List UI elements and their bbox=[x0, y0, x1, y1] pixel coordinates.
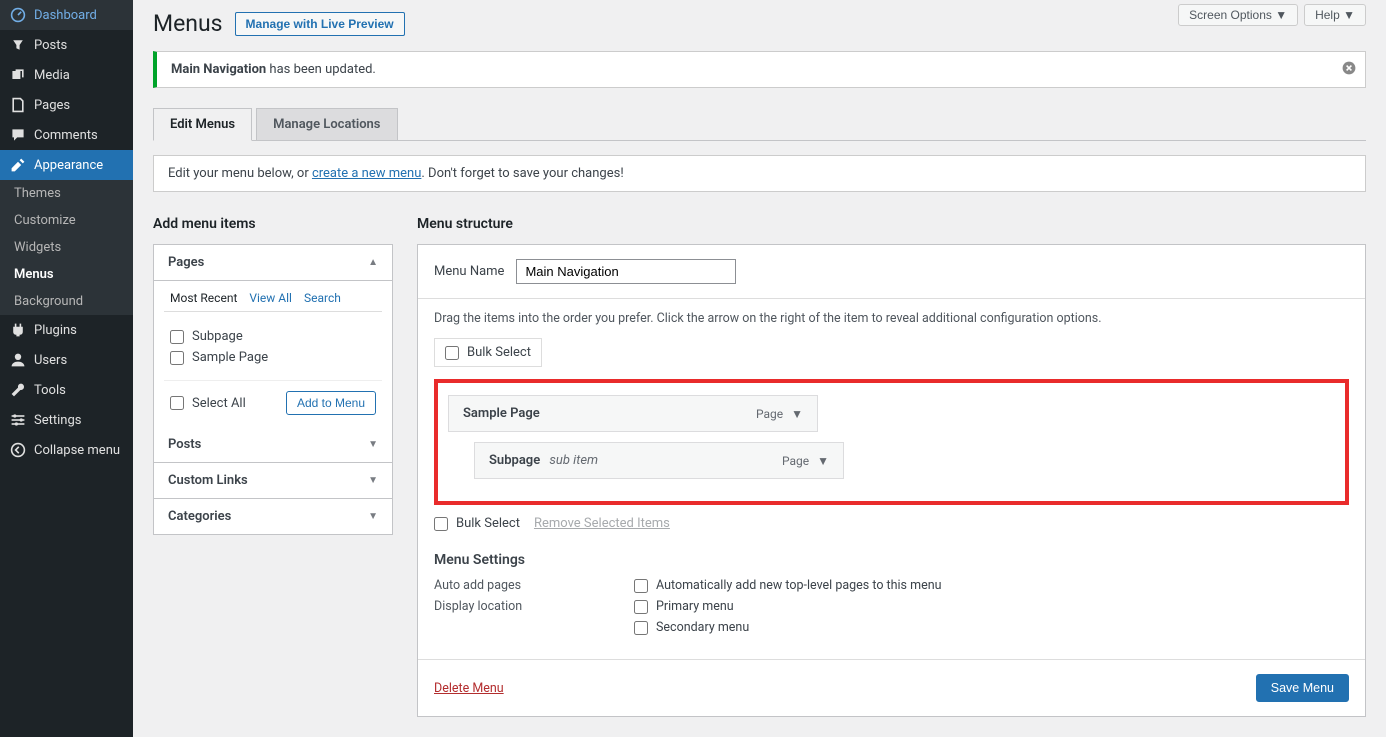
auto-add-label: Auto add pages bbox=[434, 578, 594, 593]
sidebar-item-tools[interactable]: Tools bbox=[0, 375, 133, 405]
page-label: Sample Page bbox=[192, 350, 268, 365]
main-content: Screen Options ▼ Help ▼ Menus Manage wit… bbox=[133, 0, 1386, 737]
page-checkbox-subpage[interactable] bbox=[170, 330, 184, 344]
display-location-label: Display location bbox=[434, 599, 594, 614]
media-icon bbox=[10, 67, 26, 83]
comments-icon bbox=[10, 127, 26, 143]
bulk-select-label: Bulk Select bbox=[456, 516, 520, 531]
bulk-select-checkbox-bottom[interactable] bbox=[434, 517, 448, 531]
accordion-pages-body: Most Recent View All Search Subpage bbox=[154, 281, 392, 427]
menu-tabs: Edit Menus Manage Locations bbox=[153, 108, 1366, 141]
sidebar-label: Settings bbox=[34, 413, 81, 428]
highlighted-menu-items: Sample Page Page ▼ Subpage sub item bbox=[434, 379, 1349, 505]
sidebar-sub-background[interactable]: Background bbox=[0, 288, 133, 315]
sidebar-item-comments[interactable]: Comments bbox=[0, 120, 133, 150]
sidebar-label: Tools bbox=[34, 383, 66, 398]
subtab-search[interactable]: Search bbox=[304, 291, 341, 305]
sidebar-sub-menus[interactable]: Menus bbox=[0, 261, 133, 288]
tools-icon bbox=[10, 382, 26, 398]
select-all-label: Select All bbox=[192, 396, 246, 411]
pages-icon bbox=[10, 97, 26, 113]
sidebar-label: Pages bbox=[34, 98, 70, 113]
edit-hint: Edit your menu below, or create a new me… bbox=[153, 155, 1366, 192]
sidebar-item-pages[interactable]: Pages bbox=[0, 90, 133, 120]
auto-add-checkbox[interactable] bbox=[634, 579, 648, 593]
settings-icon bbox=[10, 412, 26, 428]
sidebar-item-posts[interactable]: Posts bbox=[0, 30, 133, 60]
sidebar-label: Users bbox=[34, 353, 67, 368]
sidebar-sub-themes[interactable]: Themes bbox=[0, 180, 133, 207]
chevron-down-icon: ▼ bbox=[368, 475, 378, 486]
sidebar-label: Collapse menu bbox=[34, 443, 120, 458]
accordion-custom-links[interactable]: Custom Links ▼ bbox=[154, 463, 392, 499]
chevron-up-icon: ▲ bbox=[368, 257, 378, 268]
admin-sidebar: Dashboard Posts Media Pages Comments bbox=[0, 0, 133, 737]
bulk-select-label: Bulk Select bbox=[467, 345, 531, 360]
help-button[interactable]: Help ▼ bbox=[1304, 4, 1366, 26]
sidebar-item-settings[interactable]: Settings bbox=[0, 405, 133, 435]
menu-name-input[interactable] bbox=[516, 259, 736, 284]
notice-bold: Main Navigation bbox=[171, 62, 266, 77]
select-all-checkbox[interactable] bbox=[170, 396, 184, 410]
remove-selected-link[interactable]: Remove Selected Items bbox=[534, 516, 670, 531]
pin-icon bbox=[10, 37, 26, 53]
dashboard-icon bbox=[10, 7, 26, 23]
secondary-menu-checkbox[interactable] bbox=[634, 621, 648, 635]
drag-hint: Drag the items into the order you prefer… bbox=[434, 311, 1349, 326]
dismiss-icon[interactable] bbox=[1341, 60, 1357, 80]
accordion-categories[interactable]: Categories ▼ bbox=[154, 499, 392, 534]
success-notice: Main Navigation has been updated. bbox=[153, 51, 1366, 88]
structure-title: Menu structure bbox=[417, 216, 1366, 232]
chevron-down-icon: ▼ bbox=[368, 511, 378, 522]
accordion: Pages ▲ Most Recent View All Search S bbox=[153, 244, 393, 535]
sidebar-item-collapse[interactable]: Collapse menu bbox=[0, 435, 133, 465]
chevron-down-icon[interactable]: ▼ bbox=[817, 454, 829, 468]
accordion-pages[interactable]: Pages ▲ bbox=[154, 245, 392, 281]
sidebar-label: Media bbox=[34, 68, 70, 83]
menu-item-sample-page[interactable]: Sample Page Page ▼ bbox=[448, 395, 818, 432]
sidebar-label: Dashboard bbox=[34, 8, 97, 23]
chevron-down-icon: ▼ bbox=[368, 439, 378, 450]
sidebar-sub-customize[interactable]: Customize bbox=[0, 207, 133, 234]
bulk-select-checkbox-top[interactable] bbox=[445, 346, 459, 360]
sidebar-sub-widgets[interactable]: Widgets bbox=[0, 234, 133, 261]
sidebar-label: Comments bbox=[34, 128, 98, 143]
menu-item-subpage[interactable]: Subpage sub item Page ▼ bbox=[474, 442, 844, 479]
sidebar-label: Plugins bbox=[34, 323, 77, 338]
add-to-menu-button[interactable]: Add to Menu bbox=[286, 391, 376, 415]
sidebar-label: Posts bbox=[34, 38, 67, 53]
tab-edit-menus[interactable]: Edit Menus bbox=[153, 108, 252, 141]
chevron-down-icon[interactable]: ▼ bbox=[791, 407, 803, 421]
menu-settings-title: Menu Settings bbox=[434, 552, 1349, 568]
accordion-posts[interactable]: Posts ▼ bbox=[154, 427, 392, 463]
plugins-icon bbox=[10, 322, 26, 338]
primary-menu-checkbox[interactable] bbox=[634, 600, 648, 614]
sidebar-item-users[interactable]: Users bbox=[0, 345, 133, 375]
sidebar-item-plugins[interactable]: Plugins bbox=[0, 315, 133, 345]
sidebar-item-dashboard[interactable]: Dashboard bbox=[0, 0, 133, 30]
create-new-menu-link[interactable]: create a new menu bbox=[312, 166, 421, 181]
notice-text: has been updated. bbox=[266, 62, 376, 77]
sidebar-item-media[interactable]: Media bbox=[0, 60, 133, 90]
tab-manage-locations[interactable]: Manage Locations bbox=[256, 108, 397, 141]
live-preview-button[interactable]: Manage with Live Preview bbox=[235, 12, 405, 36]
screen-options-button[interactable]: Screen Options ▼ bbox=[1178, 4, 1298, 26]
page-label: Subpage bbox=[192, 329, 243, 344]
users-icon bbox=[10, 352, 26, 368]
appearance-icon bbox=[10, 157, 26, 173]
structure-box: Menu Name Drag the items into the order … bbox=[417, 244, 1366, 717]
page-title: Menus bbox=[153, 10, 223, 37]
menu-name-label: Menu Name bbox=[434, 264, 504, 279]
subtab-recent[interactable]: Most Recent bbox=[170, 291, 237, 305]
add-items-title: Add menu items bbox=[153, 216, 393, 232]
page-checkbox-sample[interactable] bbox=[170, 351, 184, 365]
sidebar-label: Appearance bbox=[34, 158, 103, 173]
subtab-view-all[interactable]: View All bbox=[249, 291, 292, 305]
collapse-icon bbox=[10, 442, 26, 458]
sidebar-item-appearance[interactable]: Appearance bbox=[0, 150, 133, 180]
